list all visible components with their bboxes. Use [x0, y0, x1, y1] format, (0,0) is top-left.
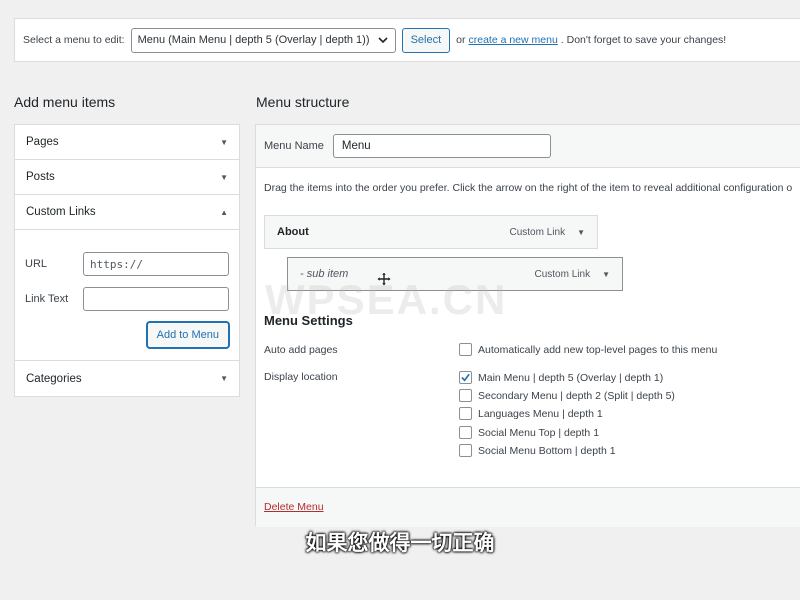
create-new-menu-link[interactable]: create a new menu	[468, 34, 557, 46]
location-languages-menu[interactable]: Languages Menu | depth 1	[459, 407, 603, 420]
delete-menu-link[interactable]: Delete Menu	[264, 501, 324, 513]
caret-down-icon[interactable]: ▼	[577, 228, 585, 237]
add-menu-items-panel: Pages ▼ Posts ▼ Custom Links ▲ URL https…	[14, 124, 240, 397]
link-text-label: Link Text	[25, 293, 69, 305]
location-label: Main Menu | depth 5 (Overlay | depth 1)	[478, 371, 664, 384]
caret-down-icon: ▼	[220, 137, 228, 147]
menu-item-about[interactable]: About Custom Link ▼	[264, 215, 598, 249]
menu-name-input[interactable]: Menu	[332, 134, 551, 158]
add-menu-items-title: Add menu items	[14, 94, 116, 110]
location-checkbox[interactable]	[459, 444, 472, 457]
checkmark-icon	[461, 373, 470, 382]
posts-section-toggle[interactable]: Posts ▼	[15, 160, 239, 195]
caret-down-icon: ▼	[220, 172, 228, 182]
menu-footer: Delete Menu	[256, 487, 800, 527]
location-label: Social Menu Top | depth 1	[478, 426, 600, 439]
menu-structure-panel: Menu Name Menu Drag the items into the o…	[255, 124, 800, 527]
caret-down-icon: ▼	[220, 374, 228, 383]
pages-section-label: Pages	[26, 136, 59, 148]
location-checkbox[interactable]	[459, 407, 472, 420]
save-hint-text: . Don't forget to save your changes!	[560, 34, 727, 46]
custom-links-body: URL https:// Link Text Add to Menu	[15, 230, 239, 361]
location-checkbox[interactable]	[459, 426, 472, 439]
categories-section-label: Categories	[26, 372, 82, 385]
custom-links-section-label: Custom Links	[26, 206, 96, 218]
pages-section-toggle[interactable]: Pages ▼	[15, 125, 239, 160]
link-text-input[interactable]	[83, 287, 229, 311]
auto-add-checkbox[interactable]	[459, 343, 472, 356]
posts-section-label: Posts	[26, 171, 55, 183]
custom-links-section-toggle[interactable]: Custom Links ▲	[15, 195, 239, 230]
location-checkbox[interactable]	[459, 371, 472, 384]
drag-instructions: Drag the items into the order you prefer…	[264, 182, 793, 194]
menu-name-label: Menu Name	[264, 140, 324, 152]
add-to-menu-button[interactable]: Add to Menu	[146, 322, 229, 348]
or-text: or	[456, 34, 466, 46]
location-main-menu[interactable]: Main Menu | depth 5 (Overlay | depth 1)	[459, 371, 663, 384]
location-social-menu-top[interactable]: Social Menu Top | depth 1	[459, 426, 599, 439]
location-secondary-menu[interactable]: Secondary Menu | depth 2 (Split | depth …	[459, 389, 675, 402]
url-input[interactable]: https://	[83, 252, 229, 276]
auto-add-option[interactable]: Automatically add new top-level pages to…	[459, 343, 717, 356]
menu-item-type: Custom Link	[509, 226, 566, 238]
video-subtitle: 如果您做得一切正确	[305, 532, 495, 555]
auto-add-label: Auto add pages	[264, 344, 338, 356]
menu-select-bar: Select a menu to edit: Menu (Main Menu |…	[14, 18, 800, 62]
select-button[interactable]: Select	[401, 27, 451, 53]
select-menu-label: Select a menu to edit:	[23, 34, 125, 46]
caret-up-icon: ▲	[220, 207, 228, 217]
menu-item-type: Custom Link	[534, 268, 591, 280]
chevron-down-icon	[377, 37, 388, 44]
location-label: Languages Menu | depth 1	[478, 407, 603, 420]
location-label: Social Menu Bottom | depth 1	[478, 444, 616, 457]
menu-item-title: About	[277, 226, 309, 238]
display-location-label: Display location	[264, 371, 338, 383]
categories-section-toggle[interactable]: Categories ▼	[15, 361, 239, 396]
url-label: URL	[25, 258, 48, 270]
menu-select-dropdown[interactable]: Menu (Main Menu | depth 5 (Overlay | dep…	[130, 27, 396, 53]
menu-name-row: Menu Name Menu	[256, 125, 800, 168]
caret-down-icon[interactable]: ▼	[602, 270, 610, 279]
location-social-menu-bottom[interactable]: Social Menu Bottom | depth 1	[459, 444, 616, 457]
watermark: WPSEA.CN	[265, 276, 508, 323]
auto-add-option-label: Automatically add new top-level pages to…	[478, 343, 718, 356]
menu-select-value: Menu (Main Menu | depth 5 (Overlay | dep…	[137, 34, 370, 46]
location-label: Secondary Menu | depth 2 (Split | depth …	[478, 389, 675, 402]
location-checkbox[interactable]	[459, 389, 472, 402]
menu-structure-title: Menu structure	[256, 94, 350, 110]
